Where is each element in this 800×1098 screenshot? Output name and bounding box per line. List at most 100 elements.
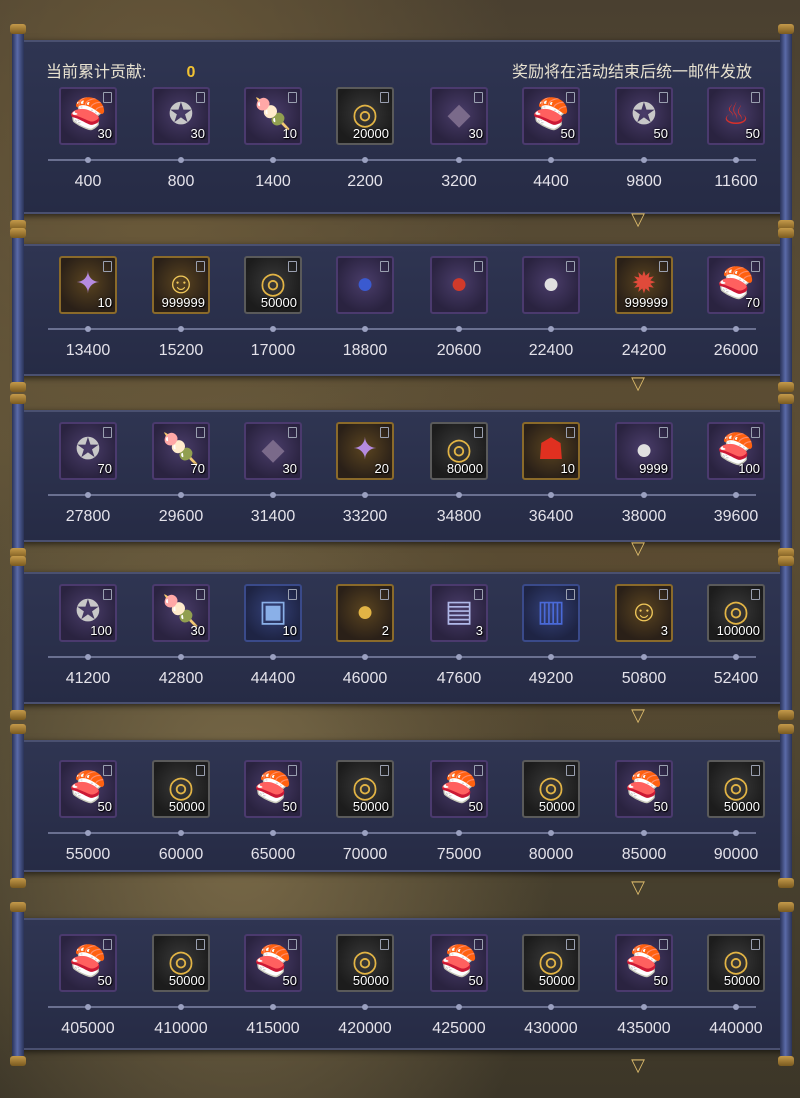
progress-node xyxy=(85,157,91,163)
reward-item[interactable]: ◎ 50000 xyxy=(336,760,394,818)
reward-quantity: 100 xyxy=(738,461,760,476)
reward-item[interactable]: 🍣 50 xyxy=(244,760,302,818)
reward-item[interactable]: ✦ 10 xyxy=(59,256,117,314)
reward-quantity: 50 xyxy=(560,126,575,141)
reward-item[interactable]: 🍣 50 xyxy=(59,760,117,818)
progress-track xyxy=(48,494,756,496)
progress-node xyxy=(178,326,184,332)
reward-item[interactable]: ● 9999 xyxy=(615,422,673,480)
reward-tier-panel: 🍣 50 55000 ◎ 50000 60000 🍣 50 65000 ◎ 50000 70000 🍣 5… xyxy=(10,724,794,888)
reward-item[interactable]: ◎ 50000 xyxy=(152,934,210,992)
reward-item[interactable]: 🍣 50 xyxy=(244,934,302,992)
reward-item[interactable]: ☺ 999999 xyxy=(152,256,210,314)
reward-item[interactable]: ✹ 999999 xyxy=(615,256,673,314)
threshold-label: 50800 xyxy=(621,670,667,687)
reward-item[interactable]: ◎ 50000 xyxy=(336,934,394,992)
reward-item[interactable]: 🍣 50 xyxy=(430,760,488,818)
progress-node xyxy=(641,492,647,498)
reward-tier-panel: ✪ 70 27800 🍡 70 29600 ◆ 30 31400 ✦ 20 33200 ◎ 80000 34… xyxy=(10,394,794,558)
reward-item[interactable]: ☺ 3 xyxy=(615,584,673,642)
threshold-label: 400 xyxy=(74,173,102,190)
reward-quantity: 50000 xyxy=(538,799,575,814)
threshold-label: 20600 xyxy=(436,342,482,359)
reward-item[interactable]: ▤ 3 xyxy=(430,584,488,642)
reward-item[interactable]: 🍣 50 xyxy=(430,934,488,992)
reward-item[interactable]: ☗ 10 xyxy=(522,422,580,480)
reward-item[interactable]: ◎ 20000 xyxy=(336,87,394,145)
reward-item[interactable]: ✪ 100 xyxy=(59,584,117,642)
reward-tier-panel: ✦ 10 13400 ☺ 999999 15200 ◎ 50000 17000 ● 18800 ● 20… xyxy=(10,228,794,392)
reward-item[interactable]: ◎ 50000 xyxy=(707,760,765,818)
reward-quantity: 100 xyxy=(90,623,112,638)
reward-quantity: 70 xyxy=(97,461,112,476)
reward-item[interactable]: 🍣 50 xyxy=(59,934,117,992)
reward-item[interactable]: 🍡 10 xyxy=(244,87,302,145)
progress-node xyxy=(641,654,647,660)
reward-quantity: 30 xyxy=(97,126,112,141)
progress-node xyxy=(270,1004,276,1010)
reward-item[interactable]: ◆ 30 xyxy=(244,422,302,480)
progress-node xyxy=(456,326,462,332)
reward-item[interactable]: ◎ 80000 xyxy=(430,422,488,480)
threshold-label: 42800 xyxy=(158,670,204,687)
reward-item[interactable]: ◎ 50000 xyxy=(244,256,302,314)
threshold-label: 13400 xyxy=(65,342,111,359)
reward-item[interactable]: 🍣 50 xyxy=(615,934,673,992)
threshold-label: 65000 xyxy=(250,846,296,863)
progress-node xyxy=(733,654,739,660)
reward-quantity: 20 xyxy=(374,461,389,476)
reward-item[interactable]: ● xyxy=(522,256,580,314)
reward-item[interactable]: ▣ 10 xyxy=(244,584,302,642)
reward-item[interactable]: ✦ 20 xyxy=(336,422,394,480)
reward-item[interactable]: ● xyxy=(336,256,394,314)
reward-item[interactable]: ● xyxy=(430,256,488,314)
chevron-down-icon: ▽ xyxy=(631,705,645,725)
reward-quantity: 50 xyxy=(97,799,112,814)
threshold-label: 90000 xyxy=(713,846,759,863)
reward-quantity: 80000 xyxy=(446,461,483,476)
reward-item[interactable]: 🍣 30 xyxy=(59,87,117,145)
reward-quantity: 100000 xyxy=(716,623,760,638)
reward-item[interactable]: 🍣 70 xyxy=(707,256,765,314)
progress-node xyxy=(270,492,276,498)
reward-quantity: 50000 xyxy=(352,799,389,814)
scroll-rod-right xyxy=(778,902,794,1066)
reward-item[interactable]: 🍣 50 xyxy=(522,87,580,145)
progress-node xyxy=(270,654,276,660)
reward-item[interactable]: ▥ xyxy=(522,584,580,642)
reward-quantity: 50 xyxy=(97,973,112,988)
progress-node xyxy=(733,492,739,498)
progress-node xyxy=(733,1004,739,1010)
progress-node xyxy=(362,654,368,660)
chevron-down-icon: ▽ xyxy=(631,877,645,897)
reward-item[interactable]: ● 2 xyxy=(336,584,394,642)
reward-item[interactable]: 🍣 100 xyxy=(707,422,765,480)
progress-node xyxy=(85,830,91,836)
reward-item[interactable]: ◆ 30 xyxy=(430,87,488,145)
progress-node xyxy=(85,326,91,332)
reward-quantity: 30 xyxy=(190,623,205,638)
threshold-label: 34800 xyxy=(436,508,482,525)
reward-item[interactable]: 🍣 50 xyxy=(615,760,673,818)
reward-item[interactable]: ◎ 50000 xyxy=(522,934,580,992)
reward-item[interactable]: 🍡 70 xyxy=(152,422,210,480)
scroll-rod-left xyxy=(10,724,26,888)
reward-item[interactable]: ✪ 50 xyxy=(615,87,673,145)
reward-item[interactable]: ◎ 50000 xyxy=(707,934,765,992)
reward-item[interactable]: ♨ 50 xyxy=(707,87,765,145)
reward-item[interactable]: ◎ 100000 xyxy=(707,584,765,642)
reward-item[interactable]: ✪ 70 xyxy=(59,422,117,480)
reward-item[interactable]: 🍡 30 xyxy=(152,584,210,642)
scroll-rod-right xyxy=(778,556,794,720)
reward-item[interactable]: ◎ 50000 xyxy=(522,760,580,818)
reward-quantity: 50 xyxy=(653,799,668,814)
reward-quantity: 50 xyxy=(468,799,483,814)
reward-item[interactable]: ◎ 50000 xyxy=(152,760,210,818)
reward-quantity: 50000 xyxy=(538,973,575,988)
progress-track xyxy=(48,159,756,161)
threshold-label: 47600 xyxy=(436,670,482,687)
reward-quantity: 50 xyxy=(282,973,297,988)
scroll-rod-right xyxy=(778,24,794,230)
reward-item[interactable]: ✪ 30 xyxy=(152,87,210,145)
progress-node xyxy=(178,492,184,498)
